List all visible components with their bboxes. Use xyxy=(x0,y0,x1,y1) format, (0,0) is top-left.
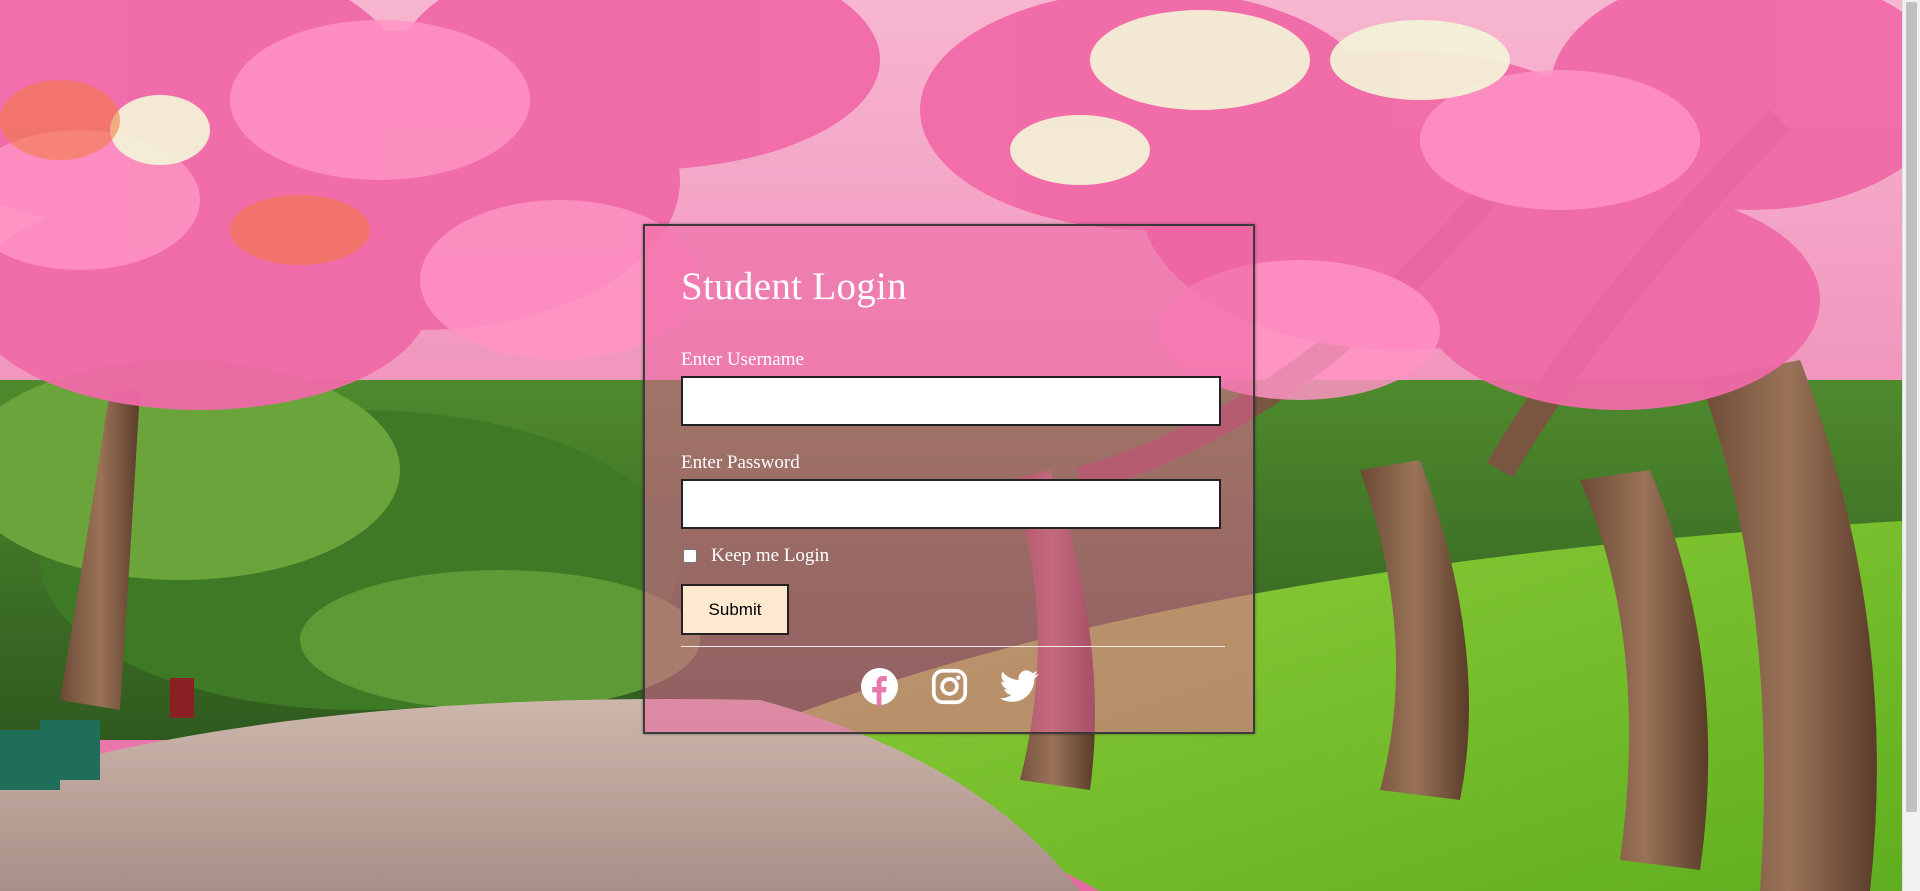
facebook-icon[interactable] xyxy=(860,667,899,706)
submit-button[interactable]: Submit xyxy=(681,584,789,635)
twitter-icon[interactable] xyxy=(999,667,1039,706)
login-form: Student Login Enter Username Enter Passw… xyxy=(643,224,1255,734)
remember-row: Keep me Login xyxy=(683,545,829,567)
remember-checkbox[interactable] xyxy=(683,549,697,563)
divider xyxy=(681,646,1225,647)
social-links xyxy=(645,656,1253,716)
login-title: Student Login xyxy=(681,265,907,308)
remember-label: Keep me Login xyxy=(711,545,830,566)
page: Student Login Enter Username Enter Passw… xyxy=(0,0,1920,891)
password-input[interactable] xyxy=(681,479,1221,529)
username-label: Enter Username xyxy=(681,349,804,370)
scrollbar-thumb[interactable] xyxy=(1906,2,1917,812)
password-label: Enter Password xyxy=(681,452,800,473)
vertical-scrollbar[interactable] xyxy=(1902,0,1920,891)
username-input[interactable] xyxy=(681,376,1221,426)
instagram-icon[interactable] xyxy=(930,667,969,706)
